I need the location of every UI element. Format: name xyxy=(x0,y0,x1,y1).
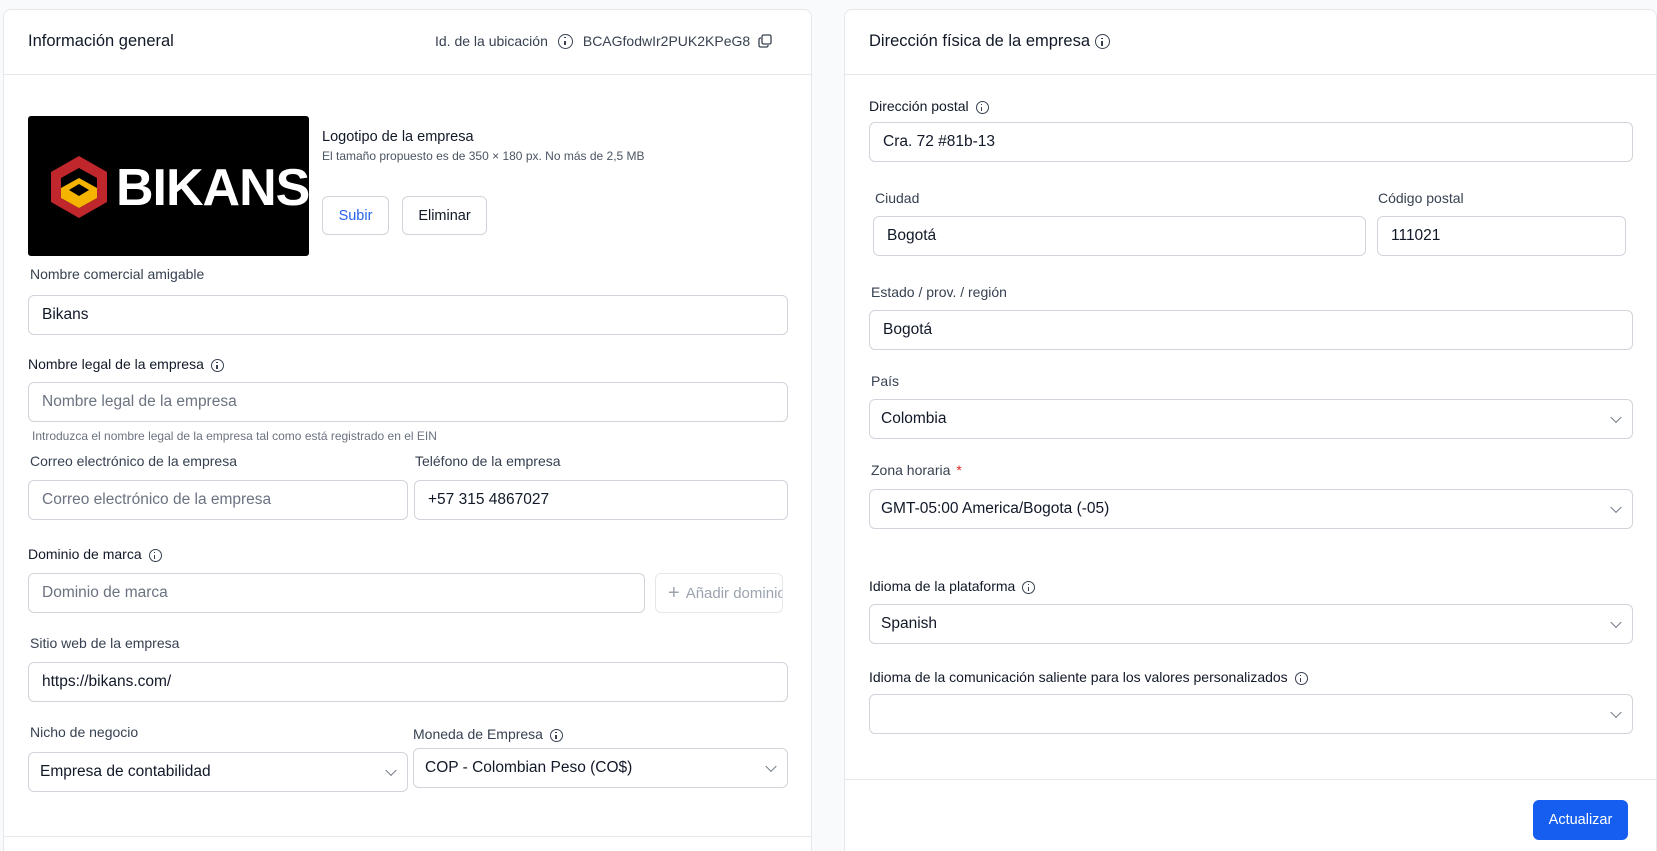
company-logo: BIKANS xyxy=(28,116,309,256)
postal-address-label: Dirección postal xyxy=(869,98,989,114)
info-icon[interactable] xyxy=(975,100,989,114)
chevron-down-icon xyxy=(765,760,777,773)
logo-cube-icon xyxy=(51,156,107,218)
platform-language-label: Idioma de la plataforma xyxy=(869,578,1036,594)
timezone-select[interactable]: GMT-05:00 America/Bogota (-05) xyxy=(869,489,1633,529)
state-input[interactable]: Bogotá xyxy=(869,310,1633,350)
info-icon[interactable] xyxy=(1294,671,1308,685)
location-id-label: Id. de la ubicación xyxy=(435,33,548,49)
copy-icon[interactable] xyxy=(758,34,772,48)
niche-label: Nicho de negocio xyxy=(30,724,139,740)
footer-divider xyxy=(845,779,1656,780)
general-info-title: Información general xyxy=(28,32,174,50)
postal-address-input[interactable]: Cra. 72 #81b-13 xyxy=(869,122,1633,162)
website-label: Sitio web de la empresa xyxy=(30,635,180,651)
chevron-down-icon xyxy=(1610,501,1622,514)
chevron-down-icon xyxy=(1610,616,1622,629)
logo-hint: El tamaño propuesto es de 350 × 180 px. … xyxy=(322,149,645,163)
physical-address-title: Dirección física de la empresa xyxy=(869,32,1111,51)
city-input[interactable]: Bogotá xyxy=(873,216,1366,256)
chevron-down-icon xyxy=(1610,706,1622,719)
currency-label: Moneda de Empresa xyxy=(413,726,563,742)
zip-label: Código postal xyxy=(1378,190,1464,206)
legal-name-input[interactable]: Nombre legal de la empresa xyxy=(28,382,788,422)
niche-select[interactable]: Empresa de contabilidad xyxy=(28,752,408,792)
footer-divider xyxy=(4,836,811,837)
legal-name-label: Nombre legal de la empresa xyxy=(28,356,224,372)
info-icon[interactable] xyxy=(557,33,573,49)
brand-domain-input[interactable]: Dominio de marca xyxy=(28,573,645,613)
chevron-down-icon xyxy=(1610,411,1622,424)
delete-button[interactable]: Eliminar xyxy=(402,196,487,235)
state-label: Estado / prov. / región xyxy=(871,284,1007,300)
platform-language-select[interactable]: Spanish xyxy=(869,604,1633,644)
update-button[interactable]: Actualizar xyxy=(1533,800,1628,840)
zip-input[interactable]: 111021 xyxy=(1377,216,1626,256)
timezone-label: Zona horaria * xyxy=(871,462,962,478)
info-icon[interactable] xyxy=(210,358,224,372)
general-info-header: Información general Id. de la ubicación … xyxy=(4,10,811,75)
legal-name-hint: Introduzca el nombre legal de la empresa… xyxy=(32,429,437,443)
outbound-language-label: Idioma de la comunicación saliente para … xyxy=(869,669,1308,685)
logo-text: BIKANS xyxy=(116,159,309,217)
info-icon[interactable] xyxy=(1095,34,1111,49)
outbound-language-select[interactable] xyxy=(869,694,1633,734)
friendly-name-input[interactable]: Bikans xyxy=(28,295,788,335)
physical-address-header: Dirección física de la empresa xyxy=(845,10,1656,75)
location-id-value: BCAGfodwIr2PUK2KPeG8 xyxy=(582,33,751,49)
plus-icon: + xyxy=(668,581,680,604)
brand-domain-label: Dominio de marca xyxy=(28,546,162,562)
info-icon[interactable] xyxy=(549,728,563,742)
add-domain-button[interactable]: + Añadir dominio xyxy=(655,573,783,613)
website-input[interactable]: https://bikans.com/ xyxy=(28,662,788,702)
country-select[interactable]: Colombia xyxy=(869,399,1633,439)
logo-label: Logotipo de la empresa xyxy=(322,129,474,145)
required-marker: * xyxy=(956,462,962,478)
upload-button[interactable]: Subir xyxy=(322,196,389,235)
country-label: País xyxy=(871,373,900,389)
city-label: Ciudad xyxy=(875,190,920,206)
phone-input[interactable]: +57 315 4867027 xyxy=(414,480,788,520)
physical-address-card: Dirección física de la empresa Dirección… xyxy=(844,9,1657,851)
location-id: Id. de la ubicación BCAGfodwIr2PUK2KPeG8 xyxy=(435,33,772,49)
friendly-name-label: Nombre comercial amigable xyxy=(30,266,205,282)
phone-label: Teléfono de la empresa xyxy=(415,453,561,469)
info-icon[interactable] xyxy=(1022,580,1036,594)
chevron-down-icon xyxy=(385,764,397,777)
currency-select[interactable]: COP - Colombian Peso (CO$) xyxy=(413,748,788,788)
general-info-card: Información general Id. de la ubicación … xyxy=(3,9,812,851)
email-input[interactable]: Correo electrónico de la empresa xyxy=(28,480,408,520)
email-label: Correo electrónico de la empresa xyxy=(30,453,237,469)
info-icon[interactable] xyxy=(148,548,162,562)
